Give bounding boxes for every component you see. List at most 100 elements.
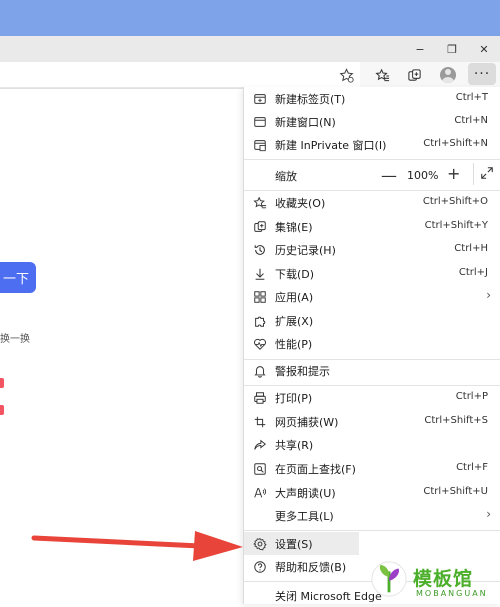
menu-item-collections[interactable]: 集锦(E) Ctrl+Shift+Y: [244, 215, 500, 238]
menu-item-extensions[interactable]: 扩展(X): [244, 309, 500, 332]
zoom-in-button[interactable]: +: [447, 164, 460, 183]
hot-badge: [0, 405, 4, 415]
minimize-button[interactable]: −: [404, 36, 436, 62]
menu-item-label: 应用(A): [275, 291, 314, 304]
menu-divider: [244, 159, 500, 160]
menu-item-print[interactable]: 打印(P) Ctrl+P: [244, 386, 500, 409]
menu-item-performance[interactable]: 性能(P): [244, 332, 500, 355]
menu-item-more-tools[interactable]: 更多工具(L) ›: [244, 504, 500, 527]
share-icon: [251, 436, 268, 453]
refresh-hot-list-label: 换一换: [0, 334, 30, 345]
menu-item-shortcut: Ctrl+T: [455, 92, 488, 103]
close-window-button[interactable]: ✕: [468, 36, 500, 62]
star-add-icon: [338, 67, 354, 83]
menu-item-label: 集锦(E): [275, 221, 313, 234]
collections-icon: [407, 68, 421, 81]
menu-item-label: 设置(S): [275, 538, 313, 551]
menu-item-shortcut: Ctrl+P: [455, 391, 488, 402]
add-favorite-button[interactable]: [334, 62, 358, 88]
watermark: 模板馆 MOBANGUAN: [366, 558, 500, 604]
favorites-icon: [251, 194, 268, 211]
menu-item-label: 网页捕获(W): [275, 416, 339, 429]
watermark-logo-icon: [371, 561, 407, 597]
menu-item-shortcut: Ctrl+Shift+Y: [424, 220, 488, 231]
menu-item-label: 下载(D): [275, 268, 315, 281]
desktop-background: [0, 0, 500, 36]
menu-item-label: 扩展(X): [275, 315, 314, 328]
settings-and-more-menu: 新建标签页(T) Ctrl+T 新建窗口(N) Ctrl+N 新建 InPriv…: [243, 87, 500, 604]
zoom-level: 100%: [407, 169, 439, 182]
favorites-button[interactable]: [370, 62, 394, 88]
red-arrow-annotation: [31, 531, 243, 561]
restore-button[interactable]: ❐: [436, 36, 468, 62]
menu-item-label: 打印(P): [275, 392, 313, 405]
read-aloud-icon: [251, 484, 268, 501]
watermark-title: 模板馆: [413, 568, 474, 590]
chevron-right-icon: ›: [486, 507, 491, 521]
search-button[interactable]: 一下: [0, 262, 36, 293]
menu-item-label: 性能(P): [275, 338, 313, 351]
menu-item-read-aloud[interactable]: 大声朗读(U) Ctrl+Shift+U: [244, 481, 500, 504]
refresh-hot-list-link[interactable]: 换一换: [0, 330, 30, 345]
profile-avatar[interactable]: [440, 67, 456, 83]
menu-item-label: 新建标签页(T): [275, 93, 346, 106]
collections-button[interactable]: [402, 62, 426, 88]
favorites-icon: [374, 68, 389, 81]
settings-and-more-button[interactable]: ···: [468, 63, 496, 85]
menu-item-find[interactable]: 在页面上查找(F) Ctrl+F: [244, 457, 500, 480]
menu-item-label: 新建窗口(N): [275, 116, 336, 129]
menu-item-new-tab[interactable]: 新建标签页(T) Ctrl+T: [244, 87, 500, 110]
menu-item-new-inprivate[interactable]: 新建 InPrivate 窗口(I) Ctrl+Shift+N: [244, 133, 500, 156]
menu-item-shortcut: Ctrl+J: [458, 267, 488, 278]
menu-item-label: 在页面上查找(F): [275, 463, 356, 476]
web-capture-icon: [251, 413, 268, 430]
history-icon: [251, 241, 268, 258]
menu-item-share[interactable]: 共享(R): [244, 433, 500, 456]
menu-item-label: 新建 InPrivate 窗口(I): [275, 139, 387, 152]
menu-item-shortcut: Ctrl+N: [454, 115, 488, 126]
menu-item-alerts[interactable]: 警报和提示: [244, 359, 500, 382]
menu-item-label: 警报和提示: [275, 365, 330, 378]
menu-item-history[interactable]: 历史记录(H) Ctrl+H: [244, 238, 500, 261]
menu-item-downloads[interactable]: 下载(D) Ctrl+J: [244, 262, 500, 285]
menu-item-favorites[interactable]: 收藏夹(O) Ctrl+Shift+O: [244, 191, 500, 214]
menu-item-label: 大声朗读(U): [275, 487, 336, 500]
fullscreen-icon[interactable]: [480, 166, 494, 180]
zoom-divider: [473, 163, 474, 185]
menu-item-label: 共享(R): [275, 439, 314, 452]
zoom-out-button[interactable]: —: [381, 166, 397, 185]
menu-item-label: 收藏夹(O): [275, 197, 326, 210]
more-icon: ···: [473, 66, 491, 82]
menu-item-label: 更多工具(L): [275, 510, 334, 523]
inprivate-icon: [251, 136, 268, 153]
zoom-label: 缩放: [275, 170, 297, 183]
new-window-icon: [251, 113, 268, 130]
apps-icon: [251, 288, 268, 305]
restore-icon: ❐: [447, 42, 457, 56]
watermark-subtitle: MOBANGUAN: [416, 589, 488, 598]
menu-item-zoom: 缩放: [244, 163, 500, 186]
download-icon: [251, 265, 268, 282]
address-bar[interactable]: [0, 62, 360, 88]
menu-item-apps[interactable]: 应用(A) ›: [244, 285, 500, 308]
menu-item-shortcut: Ctrl+Shift+O: [422, 196, 488, 207]
gear-icon: [251, 535, 268, 552]
performance-icon: [251, 335, 268, 352]
printer-icon: [251, 389, 268, 406]
close-icon: ✕: [479, 42, 489, 56]
search-button-label: 一下: [2, 272, 29, 287]
hot-badge: [0, 378, 4, 388]
menu-item-web-capture[interactable]: 网页捕获(W) Ctrl+Shift+S: [244, 410, 500, 433]
menu-item-label: 历史记录(H): [275, 244, 336, 257]
extensions-icon: [251, 312, 268, 329]
find-icon: [251, 460, 268, 477]
chevron-right-icon: ›: [486, 288, 491, 302]
menu-item-shortcut: Ctrl+H: [454, 243, 488, 254]
new-tab-icon: [251, 90, 268, 107]
menu-item-shortcut: Ctrl+Shift+U: [423, 486, 488, 497]
menu-item-settings[interactable]: 设置(S): [244, 532, 359, 555]
menu-item-label: 帮助和反馈(B): [275, 561, 347, 574]
collections-icon: [251, 218, 268, 235]
menu-item-shortcut: Ctrl+F: [456, 462, 488, 473]
menu-item-new-window[interactable]: 新建窗口(N) Ctrl+N: [244, 110, 500, 133]
